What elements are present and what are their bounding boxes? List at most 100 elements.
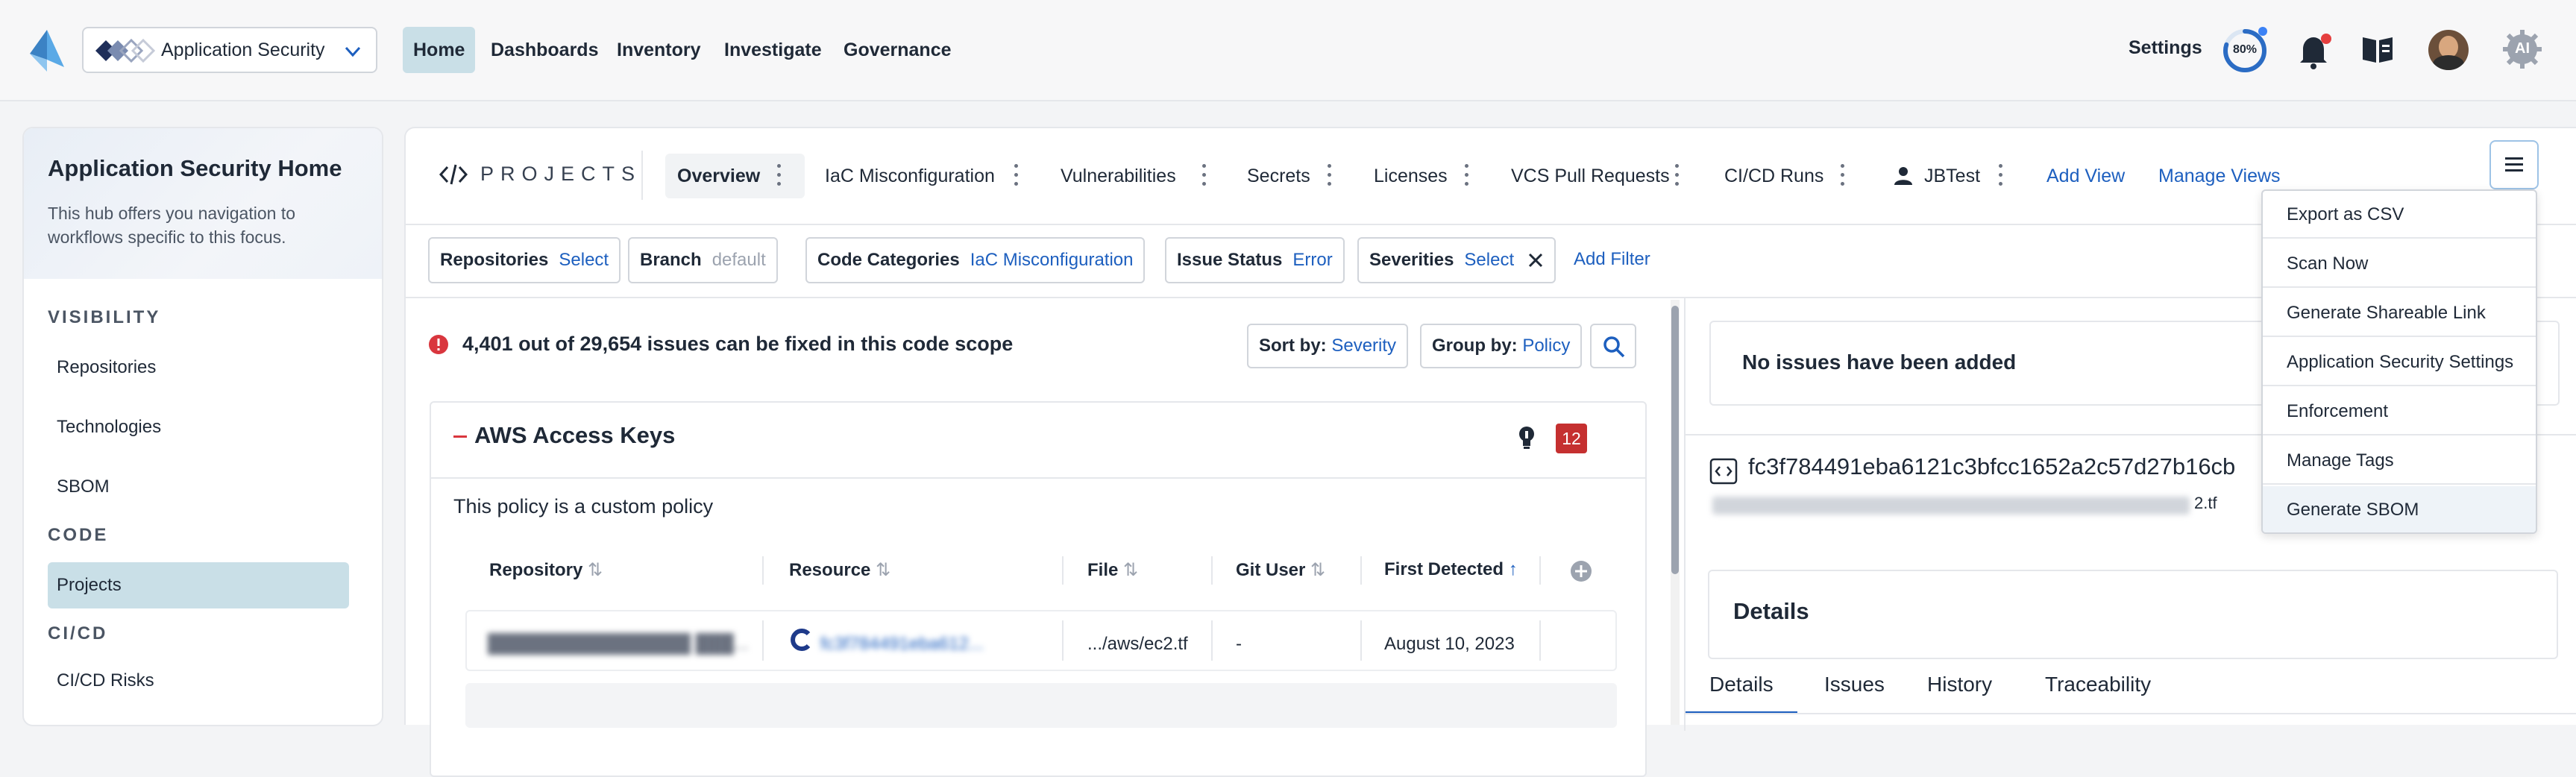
col-resource[interactable]: Resource ⇅ <box>789 559 890 581</box>
avatar[interactable] <box>2428 30 2469 70</box>
tab-jbtest[interactable]: JBTest <box>1912 154 1992 198</box>
search-icon <box>1603 336 1625 358</box>
row-resource[interactable]: fc3f784491eba612... <box>820 634 984 655</box>
nav-governance[interactable]: Governance <box>833 27 962 73</box>
filter-severities-label: Severities <box>1369 250 1454 270</box>
table-row[interactable] <box>465 683 1617 728</box>
col-git-user[interactable]: Git User ⇅ <box>1236 559 1325 581</box>
tab-traceability[interactable]: Traceability <box>2045 673 2151 696</box>
tab-history[interactable]: History <box>1927 673 1992 696</box>
resource-path-suffix: 2.tf <box>2194 494 2217 512</box>
filter-branch[interactable]: Branch default <box>628 237 778 283</box>
scrollbar[interactable] <box>1671 300 1680 725</box>
divider <box>641 151 643 200</box>
filter-code-categories[interactable]: Code Categories IaC Misconfiguration <box>805 237 1146 283</box>
filter-issue-status-label: Issue Status <box>1177 250 1283 270</box>
code-file-icon <box>1709 458 1738 485</box>
sidebar-subtitle: This hub offers you navigation to workfl… <box>48 204 296 247</box>
policy-name: AWS Access Keys <box>474 422 676 448</box>
menu-export-csv[interactable]: Export as CSV <box>2263 191 2536 239</box>
sidebar-item-projects[interactable]: Projects <box>48 562 349 608</box>
add-view-link[interactable]: Add View <box>2035 154 2137 198</box>
group-by-label: Group by: <box>1432 336 1518 356</box>
tab-cicd-menu-icon[interactable] <box>1841 164 1845 188</box>
book-icon[interactable] <box>2361 34 2394 64</box>
section-visibility: VISIBILITY <box>48 307 161 327</box>
divider <box>762 620 764 661</box>
sort-icon: ⇅ <box>876 560 891 580</box>
tab-jbtest-menu-icon[interactable] <box>1999 164 2003 188</box>
search-button[interactable] <box>1590 324 1636 368</box>
tab-secrets-menu-icon[interactable] <box>1328 164 1332 188</box>
tab-details[interactable]: Details <box>1709 673 1774 696</box>
tab-issues[interactable]: Issues <box>1824 673 1885 696</box>
row-first-detected: August 10, 2023 <box>1384 634 1515 654</box>
projects-tabs-row: PROJECTS Overview IaC Misconfiguration V… <box>406 128 2576 225</box>
tab-licenses-menu-icon[interactable] <box>1465 164 1469 188</box>
menu-manage-tags[interactable]: Manage Tags <box>2263 437 2536 485</box>
sidebar-item-cicd-risks[interactable]: CI/CD Risks <box>48 658 349 704</box>
filter-repositories[interactable]: Repositories Select <box>428 237 621 283</box>
group-by-button[interactable]: Group by: Policy <box>1420 324 1583 368</box>
tab-vcs-menu-icon[interactable] <box>1675 164 1680 188</box>
menu-application-security-settings[interactable]: Application Security Settings <box>2263 339 2536 386</box>
divider <box>1539 620 1541 661</box>
menu-enforcement[interactable]: Enforcement <box>2263 388 2536 435</box>
sidebar-item-repositories[interactable]: Repositories <box>48 345 349 391</box>
divider <box>1686 713 2576 714</box>
collapse-icon[interactable] <box>453 435 467 438</box>
lightbulb-icon[interactable] <box>1517 425 1536 450</box>
progress-label: 80% <box>2232 43 2258 56</box>
nav-dashboards[interactable]: Dashboards <box>480 27 609 73</box>
divider <box>1211 620 1213 661</box>
menu-generate-shareable-link[interactable]: Generate Shareable Link <box>2263 289 2536 337</box>
ai-assistant-button[interactable]: AI <box>2501 28 2543 70</box>
tab-iac-menu-icon[interactable] <box>1014 164 1019 188</box>
policy-header[interactable]: AWS Access Keys 12 <box>431 403 1645 479</box>
top-bar: Application Security Home Dashboards Inv… <box>0 0 2576 101</box>
nav-inventory[interactable]: Inventory <box>606 27 711 73</box>
filter-severities[interactable]: Severities Select <box>1357 237 1556 283</box>
col-repository[interactable]: Repository ⇅ <box>489 559 603 581</box>
col-file-label: File <box>1087 560 1119 580</box>
policy-description: This policy is a custom policy <box>453 495 714 518</box>
menu-generate-sbom[interactable]: Generate SBOM <box>2263 486 2536 532</box>
sort-asc-icon: ↑ <box>1508 559 1518 579</box>
add-column-icon[interactable] <box>1569 559 1593 583</box>
resource-type-icon <box>791 629 811 651</box>
tab-vcs-pull-requests[interactable]: VCS Pull Requests <box>1499 154 1682 198</box>
settings-link[interactable]: Settings <box>2129 37 2202 59</box>
projects-label: PROJECTS <box>480 163 642 185</box>
filter-branch-label: Branch <box>640 250 702 270</box>
tab-licenses[interactable]: Licenses <box>1362 154 1460 198</box>
sort-by-button[interactable]: Sort by: Severity <box>1247 324 1409 368</box>
bell-icon[interactable] <box>2296 31 2333 70</box>
sort-by-value: Severity <box>1331 336 1397 356</box>
col-file[interactable]: File ⇅ <box>1087 559 1138 581</box>
section-cicd: CI/CD <box>48 623 108 644</box>
scrollbar-thumb[interactable] <box>1671 306 1679 574</box>
add-filter-link[interactable]: Add Filter <box>1574 249 1650 270</box>
tab-vulnerabilities[interactable]: Vulnerabilities <box>1049 154 1188 198</box>
col-first-detected[interactable]: First Detected ↑ <box>1384 559 1518 580</box>
filter-issue-status[interactable]: Issue Status Error <box>1165 237 1345 283</box>
tab-iac-misconfiguration[interactable]: IaC Misconfiguration <box>813 154 1007 198</box>
focus-label: Application Security <box>161 40 325 60</box>
sidebar-item-sbom[interactable]: SBOM <box>48 464 349 510</box>
nav-home[interactable]: Home <box>403 27 476 73</box>
menu-scan-now[interactable]: Scan Now <box>2263 240 2536 288</box>
issue-count-badge: 12 <box>1556 424 1587 453</box>
tab-overview-menu-icon[interactable] <box>777 164 782 188</box>
focus-selector[interactable]: Application Security <box>82 27 377 73</box>
progress-ring[interactable]: 80% <box>2221 27 2269 75</box>
more-menu-button[interactable] <box>2489 140 2539 189</box>
app-logo-icon[interactable] <box>27 28 67 73</box>
row-file: .../aws/ec2.tf <box>1087 634 1188 654</box>
tab-secrets[interactable]: Secrets <box>1235 154 1322 198</box>
nav-investigate[interactable]: Investigate <box>714 27 832 73</box>
tab-overview[interactable]: Overview <box>665 154 805 198</box>
sidebar-item-technologies[interactable]: Technologies <box>48 404 349 450</box>
tab-vulnerabilities-menu-icon[interactable] <box>1202 164 1207 188</box>
tab-cicd-runs[interactable]: CI/CD Runs <box>1712 154 1835 198</box>
close-icon[interactable] <box>1527 252 1544 268</box>
